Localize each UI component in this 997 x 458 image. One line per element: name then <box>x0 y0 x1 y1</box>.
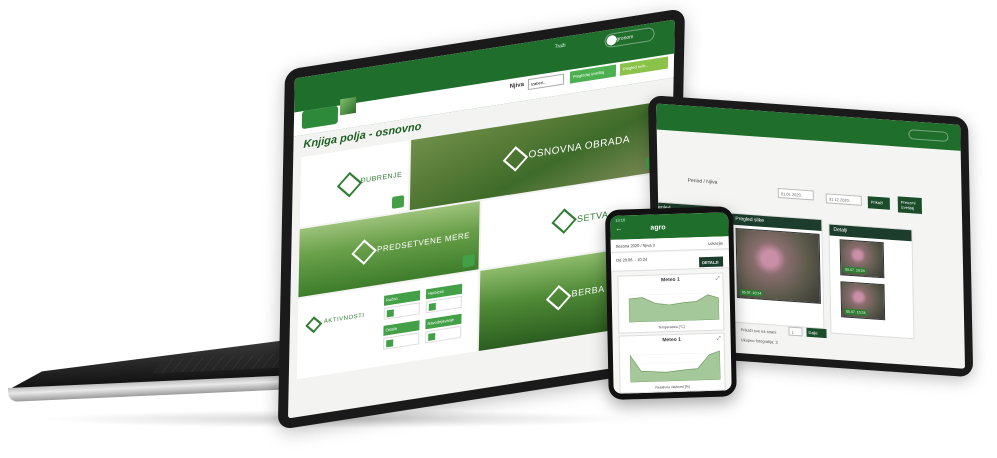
user-name: agronom <box>613 33 634 44</box>
filter-label: Period / Njiva <box>687 177 718 186</box>
tile-label: BERBA <box>571 283 605 299</box>
page-size-input[interactable]: 1 <box>788 326 803 337</box>
trap-image[interactable]: 05.07. 10:24 <box>735 227 821 304</box>
image-caption: 05.07. 10:24 <box>843 266 867 275</box>
date-label: Od 20.06. - 10:24 <box>615 256 648 263</box>
next-button-label: Dalje <box>808 329 818 336</box>
open-icon[interactable] <box>391 195 405 209</box>
presowing-icon <box>351 239 377 265</box>
chart-legend: Temperatura [°C] <box>658 324 685 330</box>
footer-note: Ukupno fotografija: 3 <box>740 337 778 345</box>
tile-label: SETVA <box>577 209 609 225</box>
tile-label: OSNOVNA OBRADA <box>528 134 631 161</box>
show-button[interactable]: Prikaži <box>867 196 890 210</box>
open-icon <box>428 332 436 341</box>
product-mockup: Traži agronom Njiva Izaberi... Pregledaj… <box>0 0 997 458</box>
thumb-image[interactable]: 05.07. 10:24 <box>840 281 886 321</box>
chart-legend: Relativna vlažnost [%] <box>655 384 690 390</box>
manual-button-label: Ručno <box>386 295 398 303</box>
footer-label: Prikaži sve na strani <box>740 327 777 335</box>
image-caption: 05.07. 10:24 <box>739 289 764 297</box>
thumb-image[interactable]: 05.07. 10:24 <box>839 239 885 279</box>
meteo-card-humidity: Meteo 1 ⤢ Relativna vlažnost [%] <box>618 332 726 394</box>
next-button[interactable]: Dalje <box>806 327 827 339</box>
page-size-value: 1 <box>791 329 794 335</box>
phone-header: 13:10 ← agro <box>610 212 729 240</box>
tile-label: AKTIVNOSTI <box>323 312 365 326</box>
date-from-input[interactable]: 01.01.2020. <box>777 187 814 201</box>
open-icon <box>428 302 436 311</box>
tile-label: PREDSETVENE MERE <box>377 230 471 255</box>
logo-image <box>339 96 357 116</box>
open-icon <box>386 339 394 348</box>
report-button-label: Pregledaj izveštaj <box>572 69 605 80</box>
season-label: Sezona 2020 / Njiva 3 <box>615 242 655 249</box>
temperature-chart <box>628 292 720 323</box>
panel-details: Detalji 05.07. 10:24 05.07. 10:24 <box>828 223 915 340</box>
date-to-value: 31.12.2020. <box>828 196 851 204</box>
open-icon <box>386 309 394 318</box>
other-button-label: Ostalo <box>385 325 398 333</box>
back-arrow-icon[interactable]: ← <box>615 225 622 232</box>
show-button-label: Prikaži <box>870 199 883 206</box>
expand-icon[interactable]: ⤢ <box>717 336 721 342</box>
herbicide-button-label: Herbicidi <box>428 288 444 297</box>
phone: 13:10 ← agro Sezona 2020 / Njiva 3 Lokac… <box>605 206 737 400</box>
date-to-input[interactable]: 31.12.2020. <box>825 193 862 206</box>
export-button[interactable]: Preuzmi izveštaj <box>897 196 922 215</box>
sowing-icon <box>551 208 577 234</box>
user-menu[interactable]: agronom <box>604 26 655 49</box>
details-button[interactable]: DETALJI <box>699 256 724 268</box>
location-label: Lokacija <box>707 240 723 246</box>
expand-icon[interactable]: ⤢ <box>715 276 719 282</box>
export-button-label: Preuzmi izveštaj <box>900 199 916 211</box>
tablet-user-menu[interactable] <box>908 129 949 142</box>
tile-label: ĐUBRENJE <box>360 171 403 185</box>
search-link[interactable]: Traži <box>554 40 584 55</box>
brand-logo: agro <box>650 224 666 232</box>
status-time: 13:10 <box>615 217 626 223</box>
irrigation-button-label: Navodnjavanje <box>427 316 454 327</box>
harvest-icon <box>545 285 572 311</box>
phone-screen: 13:10 ← agro Sezona 2020 / Njiva 3 Lokac… <box>610 212 732 394</box>
open-icon[interactable] <box>462 253 475 268</box>
tablet-navbar <box>656 103 961 151</box>
tillage-icon <box>502 146 529 172</box>
image-caption: 05.07. 10:24 <box>844 308 868 317</box>
fertilizer-icon <box>336 171 363 198</box>
overview-button-label: Pregled svih... <box>622 62 649 72</box>
meteo-card-temperature: Meteo 1 ⤢ Temperatura [°C] <box>617 272 725 334</box>
date-from-value: 01.01.2020. <box>780 191 802 198</box>
panel-image-preview: Pregled slike 05.07. 10:24 <box>730 212 825 330</box>
humidity-chart <box>629 350 721 383</box>
activity-icon <box>305 316 323 334</box>
